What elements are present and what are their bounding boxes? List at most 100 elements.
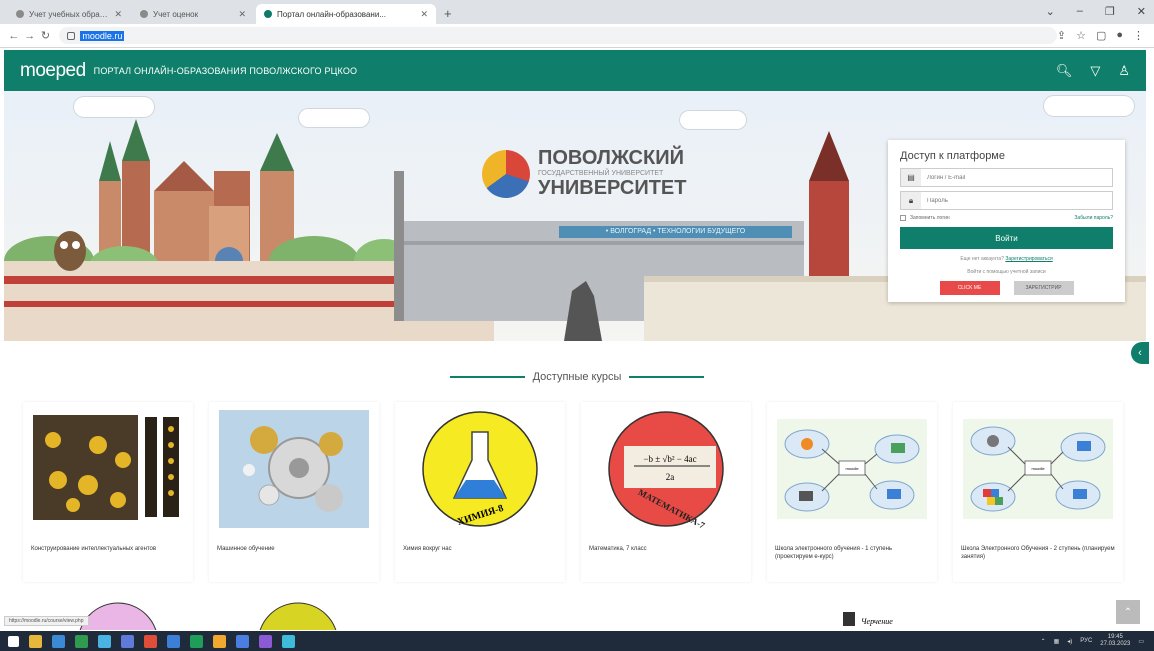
password-field: 🔒︎: [900, 191, 1113, 210]
maximize-icon[interactable]: ❐: [1105, 5, 1115, 18]
browser-tab-1[interactable]: Учет учебных образоват...✕: [8, 4, 130, 24]
mindmap-image: moodle: [963, 419, 1113, 519]
chevron-left-icon: ‹: [1138, 347, 1142, 359]
url-input[interactable]: moodle.ru: [59, 27, 1057, 44]
notifications-icon[interactable]: ▭: [1138, 638, 1144, 645]
profile-icon[interactable]: ●: [1116, 29, 1123, 42]
user-card-icon: ▤: [901, 169, 921, 186]
chrome-icon[interactable]: [144, 634, 157, 648]
favicon-icon: [140, 10, 148, 18]
course-name[interactable]: Конструирование интеллектуальных агентов: [31, 545, 185, 553]
mindmap-image: moodle: [777, 419, 927, 519]
share-icon[interactable]: ⇪: [1057, 29, 1066, 42]
title-line: [629, 376, 705, 378]
app-icon[interactable]: [98, 634, 111, 648]
course-name[interactable]: Школа Электронного Обучения - 2 ступень …: [961, 545, 1115, 562]
course-list: Конструирование интеллектуальных агентов…: [23, 402, 1131, 582]
back-icon[interactable]: ←: [6, 30, 22, 42]
forgot-password-link[interactable]: Забыли пароль?: [1074, 215, 1113, 221]
course-image: [33, 410, 183, 528]
tab-search-icon[interactable]: ⌄: [1046, 5, 1055, 18]
close-icon[interactable]: ✕: [420, 9, 428, 20]
system-tray: ⌃ ▦ ◂) РУС 19:45 27.03.2023 ▭: [1041, 634, 1154, 648]
course-image: [219, 410, 369, 528]
course-image: ХИМИЯ-8: [405, 410, 555, 528]
login-field: ▤: [900, 168, 1113, 187]
edge-icon[interactable]: [52, 634, 65, 648]
new-tab-button[interactable]: +: [444, 6, 452, 21]
node-label: moodle: [1031, 466, 1045, 471]
remember-row: Запомнить логин Забыли пароль?: [900, 215, 1113, 221]
course-card-chemistry[interactable]: ХИМИЯ-8 Химия вокруг нас: [395, 402, 565, 582]
password-input[interactable]: [921, 192, 1112, 209]
remember-checkbox[interactable]: [900, 215, 906, 221]
sidebar-icon[interactable]: ▢: [1096, 29, 1106, 42]
math-formula: −b ± √b² − 4ac: [643, 454, 696, 464]
site-logo[interactable]: moeped: [20, 60, 86, 82]
scroll-to-top-button[interactable]: ⌃: [1116, 600, 1140, 624]
browser-addressbar: ← → ↻ moodle.ru ⇪ ☆ ▢ ● ⋮: [0, 24, 1154, 48]
course-card-ml[interactable]: Машинное обучение: [209, 402, 379, 582]
login-button[interactable]: Войти: [900, 227, 1113, 249]
forward-icon[interactable]: →: [22, 30, 38, 42]
reload-icon[interactable]: ↻: [38, 29, 54, 42]
language-indicator[interactable]: РУС: [1080, 638, 1092, 644]
network-icon[interactable]: ▦: [1054, 638, 1060, 645]
chemistry-badge-image: ХИМИЯ-8: [422, 411, 538, 528]
close-icon[interactable]: ✕: [114, 9, 122, 20]
app-icon[interactable]: [282, 634, 295, 648]
gears-image: [219, 410, 369, 528]
app-icon[interactable]: [236, 634, 249, 648]
user-icon[interactable]: ♙: [1118, 63, 1130, 79]
lock-icon: [67, 31, 76, 40]
grey-action-button[interactable]: ЗАРЕГИСТРИР: [1013, 281, 1074, 295]
menu-icon[interactable]: ⋮: [1133, 29, 1144, 42]
course-card-elearning-1[interactable]: moodle Школа электронного обучения - 1 с…: [767, 402, 937, 582]
oauth-buttons: CLICK ME ЗАРЕГИСТРИР: [900, 281, 1113, 295]
course-card-math[interactable]: −b ± √b² − 4ac 2a МАТЕМАТИКА-7 Математик…: [581, 402, 751, 582]
login-input[interactable]: [921, 169, 1112, 186]
side-panel-toggle[interactable]: ‹: [1131, 342, 1149, 364]
university-mark-icon: [482, 149, 530, 198]
course-name[interactable]: Школа электронного обучения - 1 ступень …: [775, 545, 929, 562]
register-link[interactable]: Зарегистрироваться: [1005, 256, 1052, 262]
tray-chevron-icon[interactable]: ⌃: [1041, 638, 1046, 645]
course-name[interactable]: Машинное обучение: [217, 545, 371, 553]
course-name[interactable]: Химия вокруг нас: [403, 545, 557, 553]
close-window-icon[interactable]: ✕: [1137, 5, 1146, 18]
word-icon[interactable]: [167, 634, 180, 648]
file-explorer-icon[interactable]: [29, 634, 42, 648]
app-icon[interactable]: [190, 634, 203, 648]
courses-section-title: Доступные курсы: [0, 371, 1154, 383]
os-taskbar: ⌃ ▦ ◂) РУС 19:45 27.03.2023 ▭: [0, 631, 1154, 651]
course-image: moodle: [963, 410, 1113, 528]
clock[interactable]: 19:45 27.03.2023: [1100, 634, 1130, 648]
app-icon[interactable]: [259, 634, 272, 648]
bookmark-star-icon[interactable]: ☆: [1076, 29, 1086, 42]
filter-icon[interactable]: ▽: [1090, 63, 1100, 79]
link-status-url: https://moodle.ru/course/view.php: [4, 616, 89, 626]
course-image: moodle: [777, 410, 927, 528]
windows-start-icon[interactable]: [8, 635, 19, 647]
chevron-up-icon: ⌃: [1123, 606, 1133, 618]
app-icon[interactable]: [213, 634, 226, 648]
math-denominator: 2a: [666, 472, 675, 482]
browser-tab-2[interactable]: Учет оценок ✕: [132, 4, 254, 24]
course-name[interactable]: Математика, 7 класс: [589, 545, 743, 553]
browser-tabbar: Учет учебных образоват...✕ Учет оценок✕ …: [0, 0, 1154, 24]
red-action-button[interactable]: CLICK ME: [939, 281, 1000, 295]
course-row2-images: Черчение: [79, 602, 893, 630]
app-icon[interactable]: [121, 634, 134, 648]
course-card-agents[interactable]: Конструирование интеллектуальных агентов: [23, 402, 193, 582]
favicon-icon: [16, 10, 24, 18]
login-panel: Доступ к платформе ▤ 🔒︎ Запомнить логин …: [888, 140, 1125, 302]
close-icon[interactable]: ✕: [238, 9, 246, 20]
minimize-icon[interactable]: –: [1077, 5, 1083, 18]
volume-icon[interactable]: ◂): [1067, 638, 1072, 645]
site-header: moeped ПОРТАЛ ОНЛАЙН-ОБРАЗОВАНИЯ ПОВОЛЖС…: [4, 50, 1146, 91]
course-card-elearning-2[interactable]: moodle Школа Электронного Обучения - 2 с…: [953, 402, 1123, 582]
browser-tab-3[interactable]: Портал онлайн-образовани... ✕: [256, 4, 436, 24]
search-icon[interactable]: 🔍︎: [1056, 63, 1073, 79]
excel-icon[interactable]: [75, 634, 88, 648]
header-icons: 🔍︎ ▽ ♙: [1056, 63, 1130, 79]
